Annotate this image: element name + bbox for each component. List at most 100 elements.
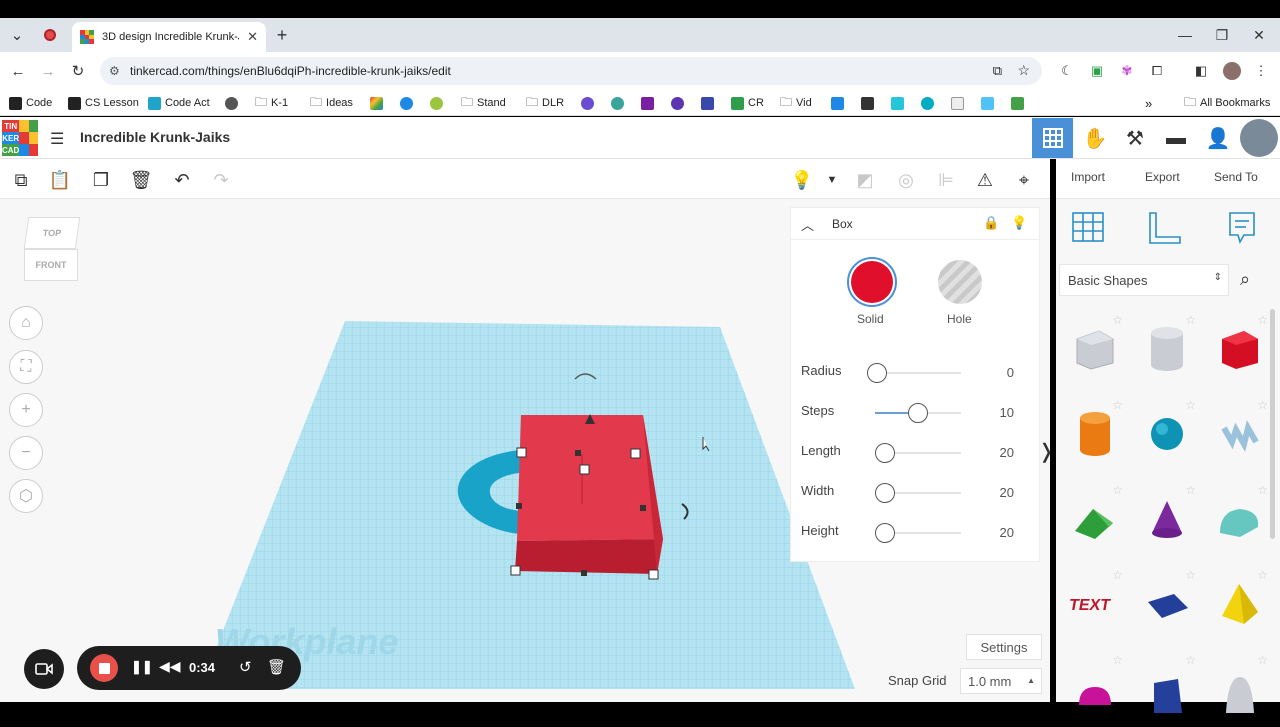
tab-search-icon[interactable]: ⌄ xyxy=(7,25,27,45)
steps-value[interactable]: 10 xyxy=(1000,405,1014,420)
restore-icon[interactable]: ❐ xyxy=(1203,18,1241,52)
bookmarks-overflow-icon[interactable]: » xyxy=(1145,94,1152,112)
notes-tool-icon[interactable] xyxy=(1224,209,1260,245)
bookmark-folder-ideas[interactable]: 🗀 Ideas xyxy=(310,94,353,112)
minimize-icon[interactable]: — xyxy=(1166,18,1204,52)
design-list-icon[interactable]: ☰ xyxy=(50,129,64,149)
shape-sphere[interactable]: ☆ xyxy=(1132,394,1202,472)
extensions-icon[interactable]: ⧠ xyxy=(1148,62,1166,80)
bricks-icon[interactable]: ⚒ xyxy=(1115,118,1155,158)
bookmark-code[interactable]: Code xyxy=(9,94,52,112)
bookmark-hex[interactable] xyxy=(641,94,654,112)
window-close-icon[interactable]: ✕ xyxy=(1240,18,1278,52)
duplicate-icon[interactable]: ❐ xyxy=(88,167,114,193)
shape-prism[interactable]: ☆ xyxy=(1132,564,1202,642)
install-app-icon[interactable]: ⧉ xyxy=(993,63,1002,79)
ungroup-icon[interactable]: ◎ xyxy=(893,167,919,193)
user-avatar[interactable] xyxy=(1240,119,1278,157)
bookmark-folder-k1[interactable]: 🗀 K-1 xyxy=(255,94,288,112)
bookmark-eye[interactable] xyxy=(430,94,443,112)
bookmark-star-icon[interactable]: ☆ xyxy=(1017,62,1030,79)
export-button[interactable]: Export xyxy=(1145,170,1180,184)
bookmark-teal[interactable] xyxy=(611,94,624,112)
view-cube-top[interactable]: TOP xyxy=(23,217,81,249)
redo-icon[interactable]: ↷ xyxy=(208,167,234,193)
shape-scribble[interactable]: ☆ xyxy=(1204,394,1274,472)
shape-pyramid[interactable]: ☆ xyxy=(1204,564,1274,642)
bookmark-e[interactable] xyxy=(921,94,934,112)
mirror-icon[interactable]: ⚠ xyxy=(972,167,998,193)
import-button[interactable]: Import xyxy=(1071,170,1105,184)
bookmark-cloud[interactable] xyxy=(891,94,904,112)
design-title[interactable]: Incredible Krunk-Jaiks xyxy=(80,129,230,145)
side-panel-icon[interactable]: ◧ xyxy=(1192,62,1210,80)
shape-polygon[interactable]: ☆ xyxy=(1132,649,1202,727)
bookmark-shield[interactable] xyxy=(831,94,844,112)
blocks-icon[interactable]: ✋ xyxy=(1075,118,1115,158)
extension-color-icon[interactable]: ✾ xyxy=(1118,62,1136,80)
extension-green-icon[interactable]: ▣ xyxy=(1088,62,1106,80)
shape-roof[interactable]: ☆ xyxy=(1059,479,1129,557)
tab-close-icon[interactable]: ✕ xyxy=(247,29,258,45)
all-bookmarks[interactable]: 🗀 All Bookmarks xyxy=(1184,94,1270,112)
bookmark-layers[interactable] xyxy=(861,94,874,112)
zoom-in-icon[interactable]: + xyxy=(9,393,43,427)
camera-toggle-button[interactable] xyxy=(24,649,64,689)
radius-value[interactable]: 0 xyxy=(1007,365,1014,380)
light-bulb-icon[interactable]: 💡 xyxy=(789,167,815,193)
bookmark-folder-vid[interactable]: 🗀 Vid xyxy=(780,94,812,112)
forward-icon[interactable]: → xyxy=(38,61,58,81)
shape-cylinder-hole[interactable]: ☆ xyxy=(1132,309,1202,387)
workplane-tool-icon[interactable] xyxy=(1070,209,1106,245)
site-info-icon[interactable]: ⚙ xyxy=(109,64,120,78)
group-icon[interactable]: ◩ xyxy=(852,167,878,193)
align-icon[interactable]: ⊫ xyxy=(933,167,959,193)
shape-box[interactable]: ☆ xyxy=(1204,309,1274,387)
radius-slider[interactable] xyxy=(867,363,887,383)
hole-button[interactable] xyxy=(938,260,982,304)
reload-icon[interactable]: ↻ xyxy=(68,61,88,81)
cruise-icon[interactable]: ⌖ xyxy=(1011,167,1037,193)
bookmark-purple[interactable] xyxy=(581,94,594,112)
bookmark-blue[interactable] xyxy=(400,94,413,112)
stop-recording-button[interactable] xyxy=(90,654,118,682)
shape-text[interactable]: ☆ TEXT xyxy=(1059,564,1129,642)
bookmark-code-act[interactable]: Code Act xyxy=(148,94,210,112)
dropdown-caret-icon[interactable]: ▼ xyxy=(819,167,845,193)
panel-scrollbar[interactable] xyxy=(1270,309,1275,539)
bookmark-m[interactable] xyxy=(671,94,684,112)
bookmark-a[interactable] xyxy=(951,94,964,112)
bookmark-tinkercad[interactable] xyxy=(370,94,383,112)
dark-mode-icon[interactable]: ☾ xyxy=(1058,62,1076,80)
view-cube-front[interactable]: FRONT xyxy=(24,249,78,281)
bookmark-b[interactable] xyxy=(981,94,994,112)
height-value[interactable]: 20 xyxy=(1000,525,1014,540)
tinkercad-logo[interactable]: TIN KER CAD xyxy=(2,120,38,156)
steps-slider[interactable] xyxy=(908,403,928,423)
sim-lab-icon[interactable]: ▬ xyxy=(1156,118,1196,158)
bookmark-globe[interactable] xyxy=(225,94,238,112)
collapse-chevron-icon[interactable]: ︿ xyxy=(801,215,814,234)
height-slider[interactable] xyxy=(875,523,895,543)
perspective-icon[interactable]: ⬡ xyxy=(9,479,43,513)
length-value[interactable]: 20 xyxy=(1000,445,1014,460)
copy-icon[interactable]: ⧉ xyxy=(8,167,34,193)
bookmark-plus[interactable] xyxy=(1011,94,1024,112)
address-bar[interactable]: ⚙ tinkercad.com/things/enBlu6dqiPh-incre… xyxy=(100,57,1042,85)
workplane-canvas[interactable]: Workplane TOP FRONT ⌂ ⛶ + − ⬡ ︿ Box 🔒 💡 … xyxy=(0,199,1055,702)
new-tab-icon[interactable]: + xyxy=(272,25,292,45)
length-slider[interactable] xyxy=(875,443,895,463)
bookmark-folder-dlr[interactable]: 🗀 DLR xyxy=(526,94,564,112)
bookmark-folder-stand[interactable]: 🗀 Stand xyxy=(461,94,506,112)
3d-view-button[interactable] xyxy=(1032,118,1073,158)
shape-paraboloid[interactable]: ☆ xyxy=(1204,649,1274,727)
shape-round-roof[interactable]: ☆ xyxy=(1204,479,1274,557)
home-view-icon[interactable]: ⌂ xyxy=(9,306,43,340)
paste-icon[interactable]: 📋 xyxy=(47,167,73,193)
shape-cone[interactable]: ☆ xyxy=(1132,479,1202,557)
shape-half-sphere[interactable]: ☆ xyxy=(1059,649,1129,727)
panel-toggle-chevron-icon[interactable]: ❭ xyxy=(1038,439,1055,464)
pause-icon[interactable]: ❚❚ xyxy=(131,659,153,675)
chrome-menu-icon[interactable]: ⋮ xyxy=(1252,62,1270,80)
width-value[interactable]: 20 xyxy=(1000,485,1014,500)
